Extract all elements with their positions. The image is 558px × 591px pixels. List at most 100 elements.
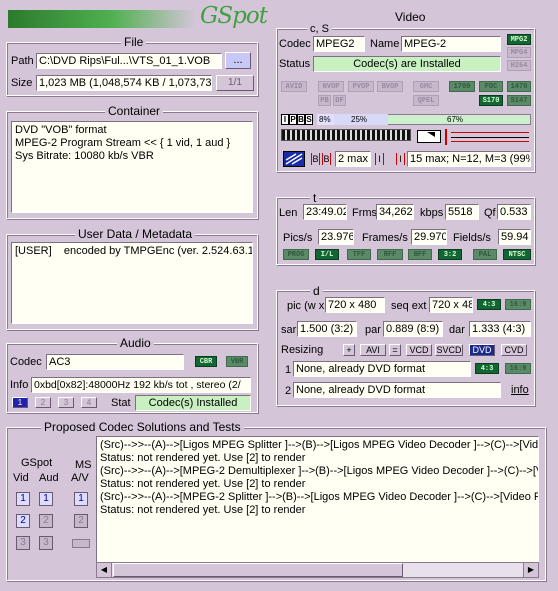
sar-field: 1.500 (3:2) bbox=[297, 321, 357, 337]
qf-label: Qf bbox=[484, 207, 496, 219]
par-label: par bbox=[365, 324, 381, 336]
audio-info-field: 0xbd[0x82]:48000Hz 192 kb/s tot , stereo… bbox=[31, 377, 251, 393]
resize-vcd-button[interactable]: VCD bbox=[406, 344, 432, 356]
audio-stream-1[interactable]: 1 bbox=[12, 397, 28, 408]
resize-svcd-button[interactable]: SVCD bbox=[435, 344, 463, 356]
gop-logo-icon[interactable] bbox=[283, 151, 305, 167]
rff-indicator: RFF bbox=[377, 249, 403, 260]
gspot-vid-1[interactable]: 1 bbox=[16, 492, 30, 506]
video-codec-label: Codec bbox=[279, 38, 311, 50]
container-section: Container DVD "VOB" format MPEG-2 Progra… bbox=[6, 104, 258, 219]
gspot-aud-3[interactable]: 3 bbox=[39, 536, 53, 550]
ms-label: MS bbox=[75, 459, 92, 471]
info-link[interactable]: info bbox=[511, 383, 529, 397]
seq-ext-label: seq ext bbox=[391, 300, 427, 312]
vbr-indicator: VBR bbox=[226, 356, 248, 367]
1700-indicator: 1700 bbox=[449, 81, 475, 92]
gspot-aud-2[interactable]: 2 bbox=[39, 514, 53, 528]
ms-av-2[interactable]: 2 bbox=[74, 514, 88, 528]
timing-section: t Len 23:49.02 Frms 34,262 kbps 5518 Qf … bbox=[276, 191, 535, 265]
qf-field: 0.533 bbox=[497, 204, 531, 220]
resize-ar-16-9: 16:9 bbox=[505, 363, 531, 374]
path-field[interactable]: C:\DVD Rips\Ful...\VTS_01_1.VOB bbox=[36, 53, 222, 69]
header-bar bbox=[8, 10, 196, 28]
nvop-indicator: NVOP bbox=[318, 81, 344, 92]
file-title: File bbox=[121, 35, 147, 49]
frms-field: 34,262 bbox=[376, 204, 414, 220]
fields-field: 59.94 bbox=[498, 229, 531, 245]
frame-type-p: P bbox=[289, 114, 297, 125]
audio-stream-3[interactable]: 3 bbox=[58, 397, 74, 408]
audio-title: Audio bbox=[117, 336, 154, 350]
resize-plus-button[interactable]: + bbox=[343, 344, 355, 356]
qpel-indicator: QPEL bbox=[413, 95, 439, 106]
pb-indicator: PB bbox=[318, 95, 331, 106]
mpg4-indicator: MPG4 bbox=[507, 47, 531, 58]
sar-label: sar bbox=[281, 324, 297, 336]
ms-av-1[interactable]: 1 bbox=[74, 492, 88, 506]
gop-pattern-graphic bbox=[281, 129, 411, 141]
prog-indicator: PROG bbox=[283, 249, 309, 260]
proposed-section: Proposed Codec Solutions and Tests GSpot… bbox=[6, 420, 546, 581]
ntsc-indicator: NTSC bbox=[503, 249, 531, 260]
resizing-label: Resizing bbox=[281, 344, 324, 356]
ar-4-3-indicator: 4:3 bbox=[477, 299, 501, 310]
userdata-text: [USER] encoded by TMPGEnc (ver. 2.524.63… bbox=[11, 242, 253, 324]
pct-i: 8% bbox=[319, 115, 331, 124]
audio-stat-label: Stat bbox=[111, 397, 131, 409]
len-label: Len bbox=[279, 207, 298, 219]
userdata-title: User Data / Metadata bbox=[75, 227, 196, 241]
scroll-thumb[interactable] bbox=[113, 563, 403, 577]
dar-field: 1.333 (4:3) bbox=[469, 321, 531, 337]
b-frame-icon-2: B bbox=[322, 153, 331, 165]
file-section: File Path C:\DVD Rips\Ful...\VTS_01_1.VO… bbox=[6, 35, 258, 96]
kbps-label: kbps bbox=[420, 207, 444, 219]
pic-field: 720 x 480 bbox=[325, 297, 385, 313]
pal-indicator: PAL bbox=[473, 249, 497, 260]
pics-label: Pics/s bbox=[283, 232, 313, 244]
gop-position-graphic bbox=[417, 129, 531, 145]
horizontal-scrollbar[interactable]: ◀ ▶ bbox=[96, 562, 539, 578]
path-label: Path bbox=[11, 55, 34, 67]
frms-label: Frms bbox=[352, 207, 378, 219]
dar-label: dar bbox=[449, 324, 465, 336]
resize-equal-button[interactable]: = bbox=[389, 344, 401, 356]
resize-dvd-button[interactable]: DVD bbox=[469, 344, 495, 356]
foc-indicator: FOC bbox=[479, 81, 503, 92]
audio-codec-label: Codec bbox=[10, 356, 42, 368]
len-field: 23:49.02 bbox=[303, 204, 347, 220]
gspot-vid-3[interactable]: 3 bbox=[16, 536, 30, 550]
audio-stream-4[interactable]: 4 bbox=[81, 397, 97, 408]
cs-label: c, S bbox=[307, 22, 332, 36]
browse-button[interactable]: ... bbox=[225, 52, 251, 69]
resize-row1-num: 1 bbox=[285, 364, 292, 376]
gspot-aud-1[interactable]: 1 bbox=[39, 492, 53, 506]
gspot-label: GSpot bbox=[21, 457, 53, 469]
pics-field: 23.976 bbox=[318, 229, 354, 245]
container-title: Container bbox=[105, 104, 164, 118]
bvop-indicator: BVOP bbox=[377, 81, 403, 92]
size-label: Size bbox=[11, 77, 33, 89]
vid-label: Vid bbox=[13, 472, 29, 484]
audio-section: Audio Codec AC3 CBR VBR Info 0xbd[0x82]:… bbox=[6, 336, 258, 413]
pic-label: pic (w x bbox=[287, 300, 325, 312]
frame-type-i: I bbox=[281, 114, 289, 125]
scroll-right-button[interactable]: ▶ bbox=[523, 563, 538, 577]
audio-codec-field: AC3 bbox=[46, 354, 184, 370]
avid-indicator: AVID bbox=[281, 81, 307, 92]
resize-cvd-button[interactable]: CVD bbox=[501, 344, 527, 356]
audio-stat-field: Codec(s) Installed bbox=[135, 395, 251, 411]
audio-stream-2[interactable]: 2 bbox=[35, 397, 51, 408]
aud-label: Aud bbox=[39, 472, 59, 484]
scroll-left-button[interactable]: ◀ bbox=[97, 563, 112, 577]
page-indicator[interactable]: 1/1 bbox=[216, 75, 254, 91]
resize-avi-button[interactable]: AVI bbox=[360, 344, 386, 356]
gmc-indicator: GMC bbox=[413, 81, 439, 92]
size-field: 1,023 MB (1,048,574 KB / 1,073,73 bbox=[36, 75, 212, 91]
frame-type-b: B bbox=[297, 114, 305, 125]
gspot-logo: GSpot bbox=[200, 3, 268, 29]
resize-row1-field: None, already DVD format bbox=[293, 361, 471, 377]
gop-structure-field: 15 max; N=12, M=3 (99% bbox=[407, 151, 531, 167]
gspot-vid-2[interactable]: 2 bbox=[16, 514, 30, 528]
bff-indicator: BFF bbox=[408, 249, 432, 260]
